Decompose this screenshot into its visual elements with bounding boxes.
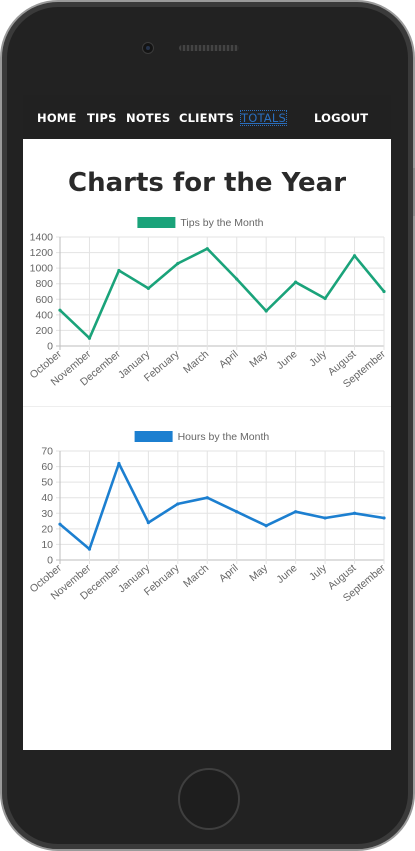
tips-chart-data-point[interactable] [87, 336, 92, 340]
hours-chart-data-point[interactable] [58, 522, 62, 526]
tips-chart-data-point[interactable] [382, 289, 386, 294]
nav-logout-link[interactable]: LOGOUT [314, 111, 368, 125]
hours-chart-data-point[interactable] [117, 461, 121, 466]
tips-chart-y-tick-label: 800 [35, 278, 53, 290]
tips-chart-y-tick-label: 1000 [30, 263, 54, 275]
nav-home-link[interactable]: HOME [37, 111, 77, 125]
earpiece-speaker [179, 45, 239, 51]
tips-chart-svg: Tips by the Month02004006008001000120014… [28, 217, 388, 390]
hours-chart-y-tick-label: 50 [41, 477, 53, 489]
hours-chart-legend-swatch[interactable] [134, 431, 173, 442]
hours-chart-y-tick-label: 40 [41, 492, 53, 504]
hours-chart-data-point[interactable] [205, 496, 209, 500]
hours-chart-x-tick-label: July [307, 562, 330, 584]
tips-chart-data-point[interactable] [235, 277, 239, 281]
hours-chart: Hours by the Month 0 10 20 30 40 50 60 70 October… [23, 426, 391, 606]
tips-chart-y-tick-label: 200 [35, 325, 53, 337]
hours-chart-x-tick-label: May [247, 562, 270, 584]
tips-chart-y-tick-label: 400 [35, 309, 53, 321]
tips-chart-data-point[interactable] [117, 268, 121, 273]
hours-chart-y-tick-label: 70 [41, 446, 53, 458]
hours-chart-x-tick-label: June [274, 562, 299, 586]
tips-chart-data-point[interactable] [352, 254, 357, 258]
hours-chart-legend-label[interactable]: Hours by the Month [178, 431, 270, 443]
nav-tips-link[interactable]: TIPS [87, 111, 117, 125]
hours-chart-data-point[interactable] [294, 510, 298, 514]
page-title: Charts for the Year [67, 168, 347, 198]
tips-chart-x-tick-label: March [181, 348, 211, 376]
tips-chart-x-tick-label: July [307, 348, 330, 370]
hours-chart-data-point[interactable] [382, 516, 386, 520]
tips-chart-data-point[interactable] [205, 247, 209, 251]
hours-chart-data-point[interactable] [264, 524, 268, 528]
phone-frame: HOME TIPS NOTES CLIENTS TOTALS LOGOUT Ch… [0, 0, 415, 851]
tips-chart: Tips by the Month 0 200 400 600 800 1000 1200 14… [23, 212, 391, 392]
tips-chart-y-tick-label: 1200 [30, 247, 54, 259]
app-screen: HOME TIPS NOTES CLIENTS TOTALS LOGOUT Ch… [23, 95, 391, 750]
tips-chart-data-point[interactable] [264, 309, 268, 313]
nav-clients-link[interactable]: CLIENTS [179, 111, 234, 125]
hours-chart-y-tick-label: 60 [41, 461, 53, 473]
hours-chart-y-tick-label: 10 [41, 539, 53, 551]
hours-chart-data-point[interactable] [87, 547, 92, 551]
tips-chart-data-point[interactable] [58, 308, 62, 312]
hours-chart-data-point[interactable] [176, 502, 180, 506]
home-button[interactable] [178, 768, 240, 830]
hours-chart-data-point[interactable] [323, 516, 327, 520]
tips-chart-series-line [59, 247, 386, 340]
tips-chart-x-tick-label: May [247, 348, 270, 370]
tips-chart-y-tick-label: 600 [35, 294, 53, 306]
nav-notes-link[interactable]: NOTES [126, 111, 170, 125]
hours-chart-data-point[interactable] [352, 511, 357, 515]
tips-chart-legend-label[interactable]: Tips by the Month [180, 217, 263, 229]
tips-chart-y-tick-label: 1400 [30, 232, 54, 244]
tips-chart-x-tick-label: June [274, 348, 299, 372]
hours-chart-y-tick-label: 20 [41, 523, 53, 535]
tips-chart-data-point[interactable] [176, 261, 180, 266]
tips-chart-legend-swatch[interactable] [137, 217, 176, 228]
tips-chart-x-tick-label: April [217, 348, 241, 371]
hours-chart-x-tick-label: March [181, 562, 211, 590]
tips-chart-data-point[interactable] [146, 286, 150, 290]
hours-chart-x-tick-label: April [217, 562, 241, 585]
hours-chart-data-point[interactable] [235, 510, 239, 514]
navbar: HOME TIPS NOTES CLIENTS TOTALS LOGOUT [23, 95, 391, 139]
nav-totals-link[interactable]: TOTALS [240, 110, 287, 126]
tips-chart-data-point[interactable] [294, 280, 298, 284]
tips-chart-data-point[interactable] [323, 296, 327, 301]
hours-chart-svg: Hours by the Month010203040506070October… [28, 431, 388, 604]
section-divider [23, 406, 391, 407]
front-camera [142, 42, 154, 54]
hours-chart-series-line [59, 462, 385, 551]
hours-chart-data-point[interactable] [146, 521, 150, 525]
hours-chart-y-tick-label: 30 [41, 508, 53, 520]
